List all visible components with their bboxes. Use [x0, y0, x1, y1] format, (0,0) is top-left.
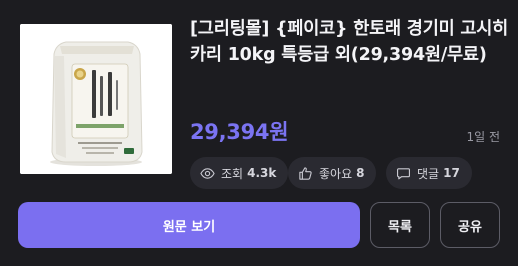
view-original-button[interactable]: 원문 보기: [18, 202, 360, 248]
likes-stat[interactable]: 좋아요 8: [288, 157, 377, 189]
likes-count: 8: [356, 166, 365, 180]
comments-count: 17: [443, 166, 460, 180]
views-label: 조회: [221, 166, 244, 181]
comments-label: 댓글: [417, 166, 440, 181]
rice-bag-illustration: [20, 24, 172, 174]
product-price: 29,394원: [190, 120, 289, 144]
views-count: 4.3k: [247, 166, 277, 180]
product-title[interactable]: [그리팅몰] {페이코} 한토래 경기미 고시히카리 10kg 특등급 외(29…: [190, 16, 510, 68]
posted-time: 1일 전: [466, 130, 500, 144]
views-stat: 조회 4.3k: [190, 157, 289, 189]
thumbs-up-icon: [299, 166, 312, 180]
share-button[interactable]: 공유: [440, 202, 500, 248]
deal-card: [그리팅몰] {페이코} 한토래 경기미 고시히카리 10kg 특등급 외(29…: [0, 0, 518, 266]
list-button[interactable]: 목록: [370, 202, 430, 248]
product-image[interactable]: [20, 24, 172, 174]
likes-label: 좋아요: [319, 166, 353, 181]
comment-icon: [397, 167, 410, 179]
comments-stat[interactable]: 댓글 17: [386, 157, 472, 189]
eye-icon: [200, 167, 215, 179]
